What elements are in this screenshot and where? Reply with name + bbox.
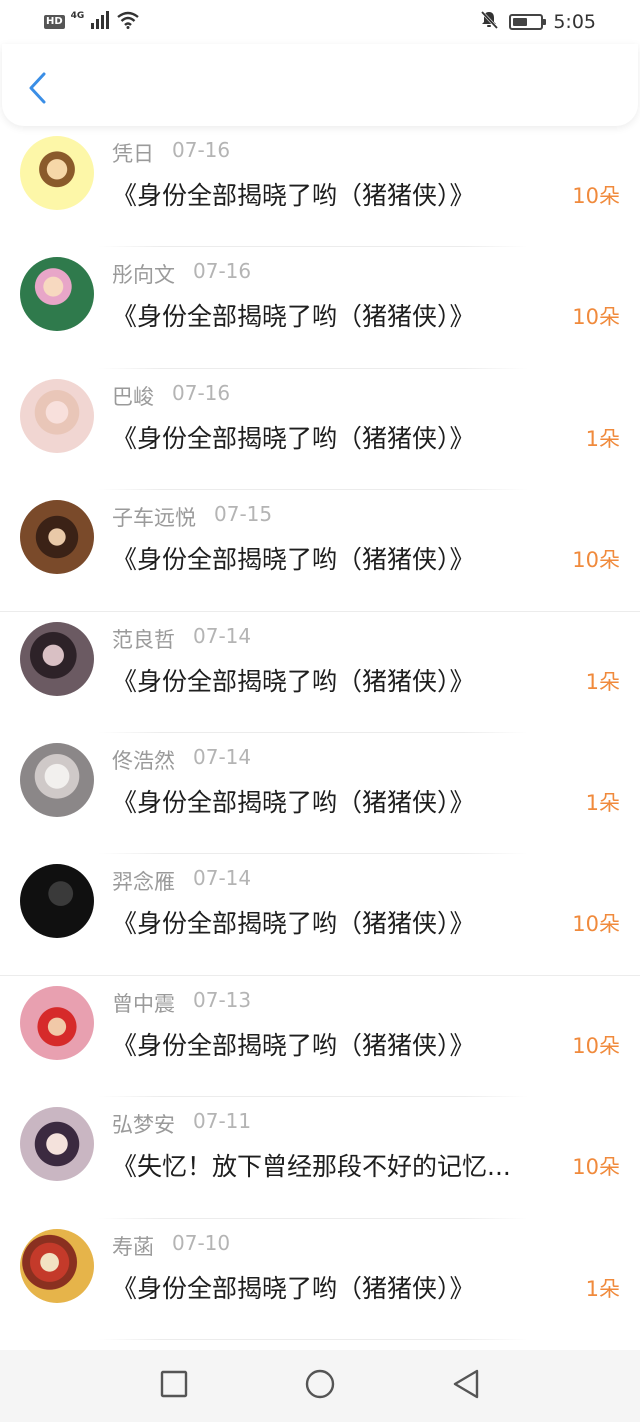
user-name: 羿念雁 bbox=[112, 870, 175, 895]
avatar[interactable] bbox=[20, 1228, 94, 1303]
avatar[interactable] bbox=[20, 257, 94, 332]
battery-icon bbox=[509, 14, 547, 30]
user-name: 巴峻 bbox=[112, 384, 154, 409]
list-item[interactable]: 羿念雁 07-14 《身份全部揭晓了哟（猪猪侠）》 10朵 bbox=[0, 854, 640, 976]
date: 07-11 bbox=[193, 1109, 252, 1134]
hd-badge: HD bbox=[44, 15, 65, 29]
name-line: 寿菡 07-10 bbox=[112, 1231, 230, 1261]
list-item[interactable]: 弘梦安 07-11 《失忆！放下曾经那段不好的记忆... 10朵 bbox=[0, 1097, 640, 1219]
avatar[interactable] bbox=[20, 742, 94, 817]
user-name: 弘梦安 bbox=[112, 1113, 175, 1138]
name-line: 子车远悦 07-15 bbox=[112, 502, 272, 532]
gift-amount: 1朵 bbox=[585, 790, 620, 815]
status-left: HD 4G bbox=[44, 10, 140, 34]
wifi-icon bbox=[116, 11, 140, 34]
date: 07-16 bbox=[172, 380, 231, 405]
list-item[interactable]: 子车远悦 07-15 《身份全部揭晓了哟（猪猪侠）》 10朵 bbox=[0, 490, 640, 612]
back-button[interactable] bbox=[20, 70, 54, 110]
gift-amount: 10朵 bbox=[572, 184, 620, 208]
date: 07-10 bbox=[172, 1230, 231, 1255]
name-line: 彤向文 07-16 bbox=[112, 259, 251, 289]
list-item[interactable]: 曾中震 07-13 《身份全部揭晓了哟（猪猪侠）》 10朵 bbox=[0, 976, 640, 1098]
gift-amount: 1朵 bbox=[585, 1276, 620, 1301]
name-line: 佟浩然 07-14 bbox=[112, 745, 251, 775]
list-item[interactable]: 巴峻 07-16 《身份全部揭晓了哟（猪猪侠）》 1朵 bbox=[0, 369, 640, 491]
date: 07-16 bbox=[193, 259, 252, 284]
status-bar: HD 4G 5:05 bbox=[0, 0, 640, 44]
work-title[interactable]: 《身份全部揭晓了哟（猪猪侠）》 bbox=[112, 783, 552, 819]
date: 07-14 bbox=[193, 866, 252, 891]
work-title[interactable]: 《身份全部揭晓了哟（猪猪侠）》 bbox=[112, 297, 552, 333]
name-line: 范良哲 07-14 bbox=[112, 624, 251, 654]
avatar[interactable] bbox=[20, 1107, 94, 1182]
date: 07-15 bbox=[214, 502, 273, 527]
date: 07-14 bbox=[193, 744, 252, 769]
system-nav-bar bbox=[0, 1350, 640, 1422]
battery-level bbox=[513, 18, 528, 26]
gift-amount: 10朵 bbox=[572, 305, 620, 330]
avatar[interactable] bbox=[20, 985, 94, 1060]
user-name: 寿菡 bbox=[112, 1234, 154, 1259]
work-title[interactable]: 《身份全部揭晓了哟（猪猪侠）》 bbox=[112, 904, 552, 940]
date: 07-14 bbox=[193, 623, 252, 648]
list-item[interactable]: 彤向文 07-16 《身份全部揭晓了哟（猪猪侠）》 10朵 bbox=[0, 247, 640, 369]
status-right: 5:05 bbox=[479, 10, 596, 35]
list-item[interactable]: 凭日 07-16 《身份全部揭晓了哟（猪猪侠）》 10朵 bbox=[0, 126, 640, 248]
date: 07-16 bbox=[172, 138, 231, 162]
circle-icon bbox=[304, 1368, 336, 1404]
triangle-back-icon bbox=[451, 1368, 481, 1404]
user-name: 子车远悦 bbox=[112, 506, 196, 531]
user-name: 凭日 bbox=[112, 142, 154, 166]
work-title[interactable]: 《身份全部揭晓了哟（猪猪侠）》 bbox=[112, 419, 552, 455]
work-title[interactable]: 《身份全部揭晓了哟（猪猪侠）》 bbox=[112, 176, 552, 212]
network-type: 4G bbox=[70, 11, 85, 21]
avatar[interactable] bbox=[20, 864, 94, 939]
user-name: 彤向文 bbox=[112, 263, 175, 288]
gift-amount: 1朵 bbox=[585, 669, 620, 694]
name-line: 凭日 07-16 bbox=[112, 138, 230, 168]
name-line: 羿念雁 07-14 bbox=[112, 866, 251, 896]
work-title[interactable]: 《身份全部揭晓了哟（猪猪侠）》 bbox=[112, 1269, 552, 1305]
signal-icon bbox=[90, 10, 110, 34]
divider bbox=[98, 1338, 528, 1340]
list-item[interactable]: 寿菡 07-10 《身份全部揭晓了哟（猪猪侠）》 1朵 bbox=[0, 1219, 640, 1340]
user-name: 佟浩然 bbox=[112, 748, 175, 773]
avatar[interactable] bbox=[20, 136, 94, 210]
square-icon bbox=[160, 1370, 188, 1402]
gift-amount: 10朵 bbox=[572, 1155, 620, 1180]
avatar[interactable] bbox=[20, 621, 94, 696]
avatar[interactable] bbox=[20, 378, 94, 453]
gift-amount: 1朵 bbox=[585, 426, 620, 451]
work-title[interactable]: 《身份全部揭晓了哟（猪猪侠）》 bbox=[112, 540, 552, 576]
avatar[interactable] bbox=[20, 500, 94, 575]
status-time: 5:05 bbox=[553, 11, 596, 33]
work-title[interactable]: 《身份全部揭晓了哟（猪猪侠）》 bbox=[112, 1026, 552, 1062]
list-item[interactable]: 佟浩然 07-14 《身份全部揭晓了哟（猪猪侠）》 1朵 bbox=[0, 733, 640, 855]
work-title[interactable]: 《身份全部揭晓了哟（猪猪侠）》 bbox=[112, 662, 552, 698]
date: 07-13 bbox=[193, 987, 252, 1012]
name-line: 曾中震 07-13 bbox=[112, 988, 251, 1018]
home-button[interactable] bbox=[302, 1368, 338, 1404]
gift-amount: 10朵 bbox=[572, 1033, 620, 1058]
bell-muted-icon bbox=[479, 10, 499, 35]
gift-amount: 10朵 bbox=[572, 912, 620, 937]
chevron-left-icon bbox=[27, 71, 47, 109]
user-name: 范良哲 bbox=[112, 627, 175, 652]
gift-record-list: 凭日 07-16 《身份全部揭晓了哟（猪猪侠）》 10朵 彤向文 07-16 《身份全部揭晓… bbox=[0, 126, 640, 1340]
name-line: 巴峻 07-16 bbox=[112, 381, 230, 411]
gift-amount: 10朵 bbox=[572, 548, 620, 573]
user-name: 曾中震 bbox=[112, 991, 175, 1016]
system-back-button[interactable] bbox=[448, 1368, 484, 1404]
list-item[interactable]: 范良哲 07-14 《身份全部揭晓了哟（猪猪侠）》 1朵 bbox=[0, 612, 640, 733]
header-bar bbox=[2, 44, 638, 126]
work-title[interactable]: 《失忆！放下曾经那段不好的记忆... bbox=[112, 1147, 552, 1183]
recent-apps-button[interactable] bbox=[156, 1368, 192, 1404]
name-line: 弘梦安 07-11 bbox=[112, 1109, 251, 1139]
